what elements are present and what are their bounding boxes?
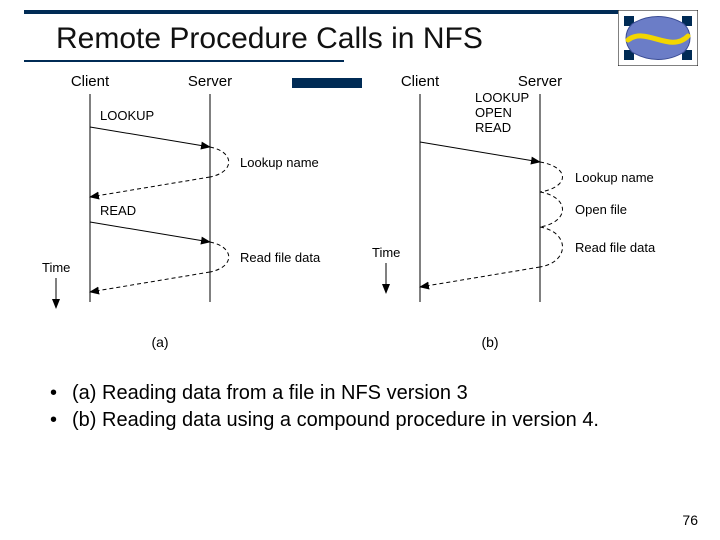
label-server-a: Server (188, 73, 232, 90)
time-label-a: Time (42, 260, 70, 275)
op-read-b: READ (475, 120, 511, 135)
bullet-a: (a) Reading data from a file in NFS vers… (72, 380, 468, 407)
label-server-b: Server (518, 73, 562, 90)
label-client-b: Client (401, 73, 440, 90)
bullet-dot-icon: • (50, 380, 72, 407)
op-read-a: READ (100, 203, 136, 218)
page-number: 76 (682, 512, 698, 528)
reply-lookup-name-b: Lookup name (575, 170, 654, 185)
logo-badge (618, 10, 698, 66)
op-open-b: OPEN (475, 105, 512, 120)
diagram-b: Client Server LOOKUP OPEN READ Lookup na… (372, 73, 656, 350)
bullet-list: • (a) Reading data from a file in NFS ve… (50, 380, 680, 434)
sequence-diagrams: Client Server LOOKUP Lookup name READ Re… (40, 72, 680, 362)
reply-read-file-data-a: Read file data (240, 250, 321, 265)
reply-read-file-data-b: Read file data (575, 240, 656, 255)
bullet-dot-icon: • (50, 407, 72, 434)
op-lookup-b: LOOKUP (475, 90, 529, 105)
reply-open-file-b: Open file (575, 202, 627, 217)
header-rule (24, 10, 696, 14)
caption-a: (a) (151, 334, 168, 350)
bullet-b: (b) Reading data using a compound proced… (72, 407, 599, 434)
title-underline (24, 60, 344, 62)
time-label-b: Time (372, 245, 400, 260)
caption-b: (b) (481, 334, 498, 350)
op-lookup-a: LOOKUP (100, 108, 154, 123)
diagram-a: Client Server LOOKUP Lookup name READ Re… (42, 73, 321, 350)
slide-title: Remote Procedure Calls in NFS (56, 22, 483, 56)
reply-lookup-name-a: Lookup name (240, 155, 319, 170)
label-client-a: Client (71, 73, 110, 90)
